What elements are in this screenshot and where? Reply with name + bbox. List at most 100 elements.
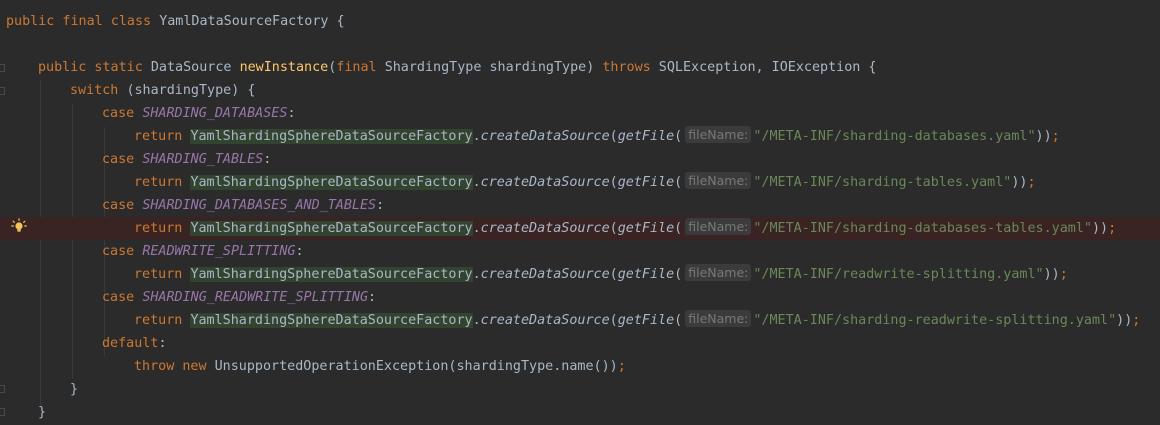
- class-reference: YamlShardingSphereDataSourceFactory: [190, 267, 473, 282]
- keyword: return: [134, 175, 191, 190]
- code-token: .: [472, 221, 481, 236]
- code-line-close-switch[interactable]: }: [0, 378, 1160, 401]
- code-text: default:: [102, 332, 167, 355]
- keyword: throws: [602, 60, 659, 75]
- code-text: return YamlShardingSphereDataSourceFacto…: [134, 217, 1116, 240]
- keyword: public final class: [6, 14, 160, 29]
- code-text: case SHARDING_DATABASES:: [102, 102, 296, 125]
- enum-constant: READWRITE_SPLITTING: [142, 244, 296, 259]
- keyword: ;: [1059, 267, 1068, 282]
- code-text: return YamlShardingSphereDataSourceFacto…: [134, 125, 1060, 148]
- keyword: final: [336, 60, 385, 75]
- code-line-return-4[interactable]: return YamlShardingSphereDataSourceFacto…: [0, 263, 1160, 286]
- code-token: createDataSource: [480, 267, 610, 282]
- keyword: return: [134, 313, 191, 328]
- code-token: .: [472, 175, 481, 190]
- keyword: public static: [38, 60, 151, 75]
- lightbulb-icon[interactable]: [11, 218, 27, 234]
- keyword: return: [134, 221, 191, 236]
- code-text: public final class YamlDataSourceFactory…: [6, 10, 345, 33]
- keyword: ;: [617, 359, 626, 374]
- code-line-return-2[interactable]: return YamlShardingSphereDataSourceFacto…: [0, 171, 1160, 194]
- code-text: throw new UnsupportedOperationException(…: [134, 355, 626, 378]
- code-token: createDataSource: [480, 221, 610, 236]
- code-token: createDataSource: [480, 175, 610, 190]
- code-line-close-method[interactable]: }: [0, 401, 1160, 424]
- string-literal: "/META-INF/sharding-databases.yaml": [753, 129, 1036, 144]
- code-token: SQLException, IOException {: [658, 60, 877, 75]
- keyword: switch: [70, 83, 127, 98]
- code-token: )): [1011, 175, 1028, 190]
- parameter-hint: fileName:: [685, 310, 752, 327]
- code-token: (: [674, 313, 683, 328]
- code-token: (: [674, 175, 683, 190]
- string-literal: "/META-INF/readwrite-splitting.yaml": [753, 267, 1044, 282]
- code-token: getFile: [617, 129, 675, 144]
- keyword: throw new: [134, 359, 215, 374]
- code-token: :: [263, 152, 272, 167]
- code-text: return YamlShardingSphereDataSourceFacto…: [134, 263, 1068, 286]
- code-line-case-5[interactable]: case SHARDING_READWRITE_SPLITTING:: [0, 286, 1160, 309]
- code-text: switch (shardingType) {: [70, 79, 255, 102]
- code-text: return YamlShardingSphereDataSourceFacto…: [134, 309, 1140, 332]
- code-token: )): [1116, 313, 1133, 328]
- code-line-method-decl[interactable]: public static DataSource newInstance(fin…: [0, 56, 1160, 79]
- code-line-switch[interactable]: switch (shardingType) {: [0, 79, 1160, 102]
- keyword: case: [102, 244, 143, 259]
- code-line-case-1[interactable]: case SHARDING_DATABASES:: [0, 102, 1160, 125]
- keyword: ;: [1132, 313, 1141, 328]
- code-line-return-1[interactable]: return YamlShardingSphereDataSourceFacto…: [0, 125, 1160, 148]
- keyword: case: [102, 152, 143, 167]
- code-line-return-3[interactable]: return YamlShardingSphereDataSourceFacto…: [0, 217, 1160, 240]
- code-line-return-5[interactable]: return YamlShardingSphereDataSourceFacto…: [0, 309, 1160, 332]
- keyword: return: [134, 267, 191, 282]
- code-token: (: [609, 175, 618, 190]
- code-token: YamlDataSourceFactory {: [159, 14, 345, 29]
- code-token: }: [70, 382, 79, 397]
- code-token: :: [295, 244, 304, 259]
- parameter-hint: fileName:: [685, 264, 752, 281]
- code-token: getFile: [617, 267, 675, 282]
- code-editor[interactable]: public final class YamlDataSourceFactory…: [0, 0, 1160, 425]
- keyword: return: [134, 129, 191, 144]
- code-line-case-3[interactable]: case SHARDING_DATABASES_AND_TABLES:: [0, 194, 1160, 217]
- code-token: DataSource: [150, 60, 240, 75]
- code-line-case-4[interactable]: case READWRITE_SPLITTING:: [0, 240, 1160, 263]
- code-line-throw[interactable]: throw new UnsupportedOperationException(…: [0, 355, 1160, 378]
- code-token: )): [1091, 221, 1109, 236]
- string-literal: "/META-INF/sharding-tables.yaml": [753, 175, 1012, 190]
- code-text: case SHARDING_TABLES:: [102, 148, 271, 171]
- code-line-default[interactable]: default:: [0, 332, 1160, 355]
- keyword: case: [102, 198, 143, 213]
- code-token: (: [674, 129, 683, 144]
- parameter-hint: fileName:: [685, 126, 752, 143]
- code-token: (: [674, 267, 683, 282]
- keyword: ;: [1108, 221, 1117, 236]
- keyword: case: [102, 106, 143, 121]
- code-token: createDataSource: [480, 313, 610, 328]
- class-reference: YamlShardingSphereDataSourceFactory: [190, 221, 473, 236]
- code-token: createDataSource: [480, 129, 610, 144]
- enum-constant: SHARDING_DATABASES_AND_TABLES: [142, 198, 377, 213]
- code-token: getFile: [617, 313, 675, 328]
- parameter-hint: fileName:: [685, 172, 752, 189]
- code-text: case SHARDING_READWRITE_SPLITTING:: [102, 286, 376, 309]
- code-token: getFile: [617, 221, 675, 236]
- code-line-blank[interactable]: [0, 33, 1160, 56]
- enum-constant: SHARDING_TABLES: [142, 152, 264, 167]
- code-line-class-decl[interactable]: public final class YamlDataSourceFactory…: [0, 10, 1160, 33]
- keyword: ;: [1051, 129, 1060, 144]
- code-token: UnsupportedOperationException(shardingTy…: [214, 359, 618, 374]
- code-text: case READWRITE_SPLITTING:: [102, 240, 304, 263]
- code-text: return YamlShardingSphereDataSourceFacto…: [134, 171, 1036, 194]
- enum-constant: SHARDING_DATABASES: [142, 106, 288, 121]
- code-token: (: [609, 129, 618, 144]
- enum-constant: SHARDING_READWRITE_SPLITTING: [142, 290, 369, 305]
- code-token: )): [1043, 267, 1060, 282]
- code-line-case-2[interactable]: case SHARDING_TABLES:: [0, 148, 1160, 171]
- class-reference: YamlShardingSphereDataSourceFactory: [190, 313, 473, 328]
- code-token: :: [376, 198, 385, 213]
- code-text: }: [70, 378, 78, 401]
- code-token: )): [1035, 129, 1052, 144]
- code-token: .: [472, 313, 481, 328]
